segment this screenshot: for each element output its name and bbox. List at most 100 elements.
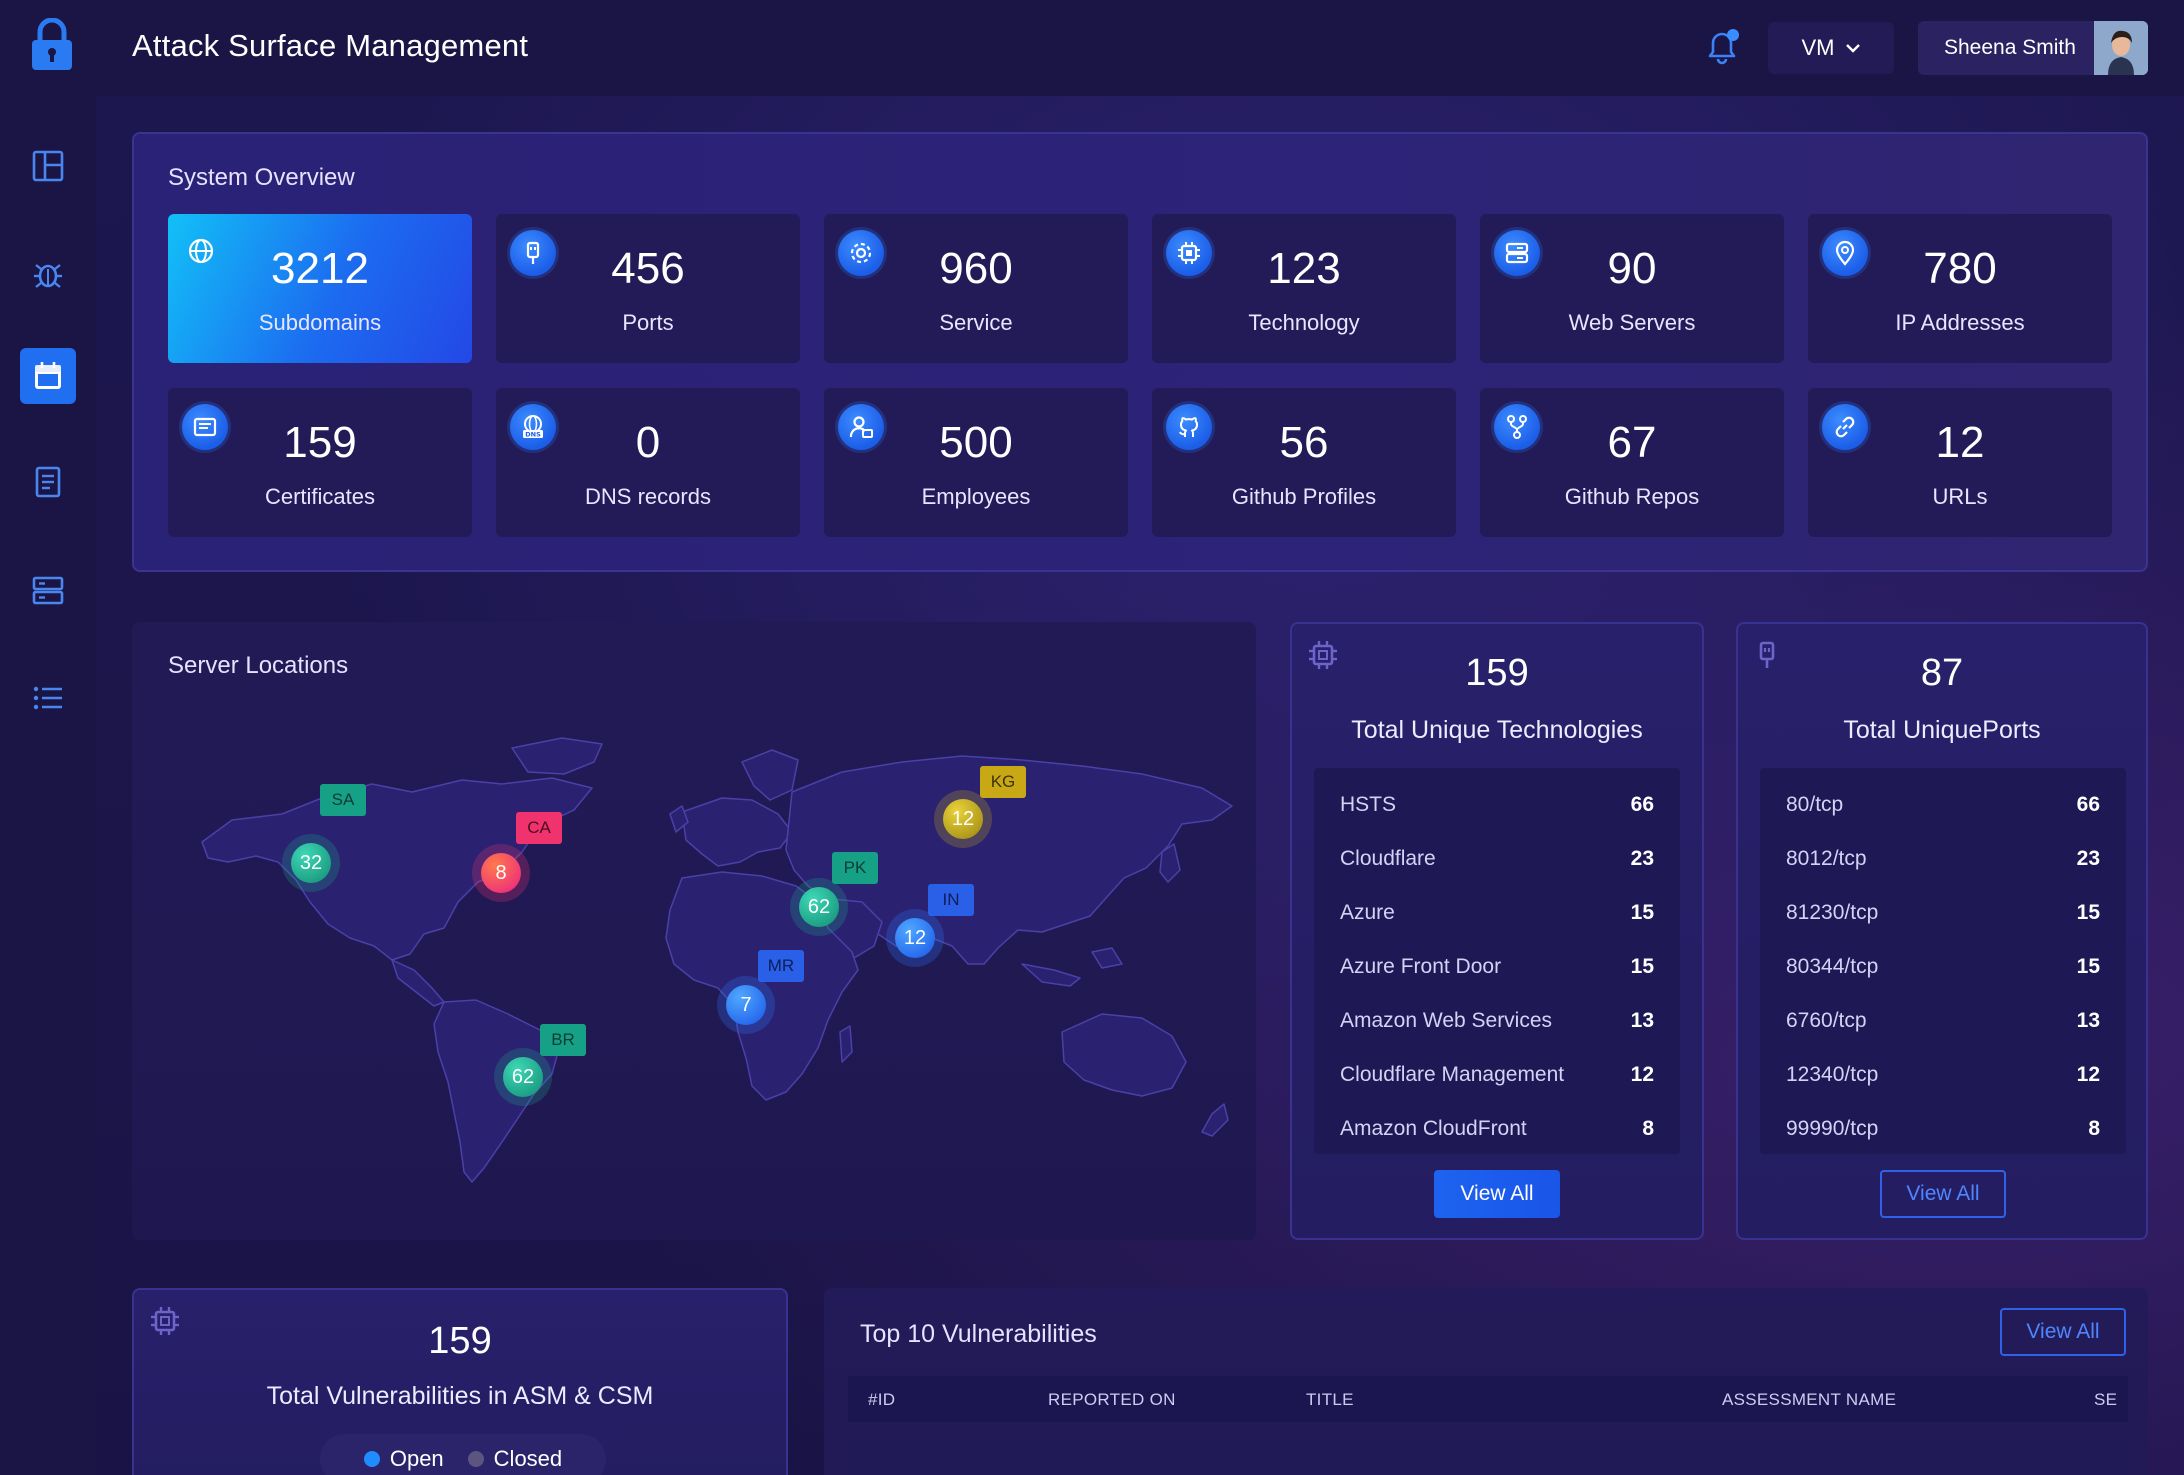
marker-label: BR: [540, 1024, 586, 1056]
stat-card-service[interactable]: 960 Service: [824, 214, 1128, 363]
stat-card-ports[interactable]: 456 Ports: [496, 214, 800, 363]
col-reported-on[interactable]: REPORTED ON: [1048, 1390, 1176, 1410]
vulnerabilities-title: Total Vulnerabilities in ASM & CSM: [266, 1382, 654, 1410]
technologies-list: HSTS 66 Cloudflare 23 Azure 15 Azure Front …: [1314, 768, 1680, 1154]
open-dot-icon: [363, 1451, 380, 1467]
list-item[interactable]: Amazon Web Services 13: [1340, 994, 1654, 1048]
list-item[interactable]: Azure Front Door 15: [1340, 940, 1654, 994]
list-item[interactable]: 99990/tcp 8: [1786, 1102, 2100, 1156]
list-item[interactable]: 8012/tcp 23: [1786, 832, 2100, 886]
sidebar-item-servers[interactable]: [20, 562, 76, 618]
stat-label: Certificates: [264, 484, 376, 509]
map-marker[interactable]: 8: [472, 844, 530, 902]
sidebar-item-list[interactable]: [20, 670, 76, 726]
col-assessment-name[interactable]: ASSESSMENT NAME: [1722, 1390, 1896, 1410]
list-item[interactable]: Cloudflare 23: [1340, 832, 1654, 886]
map-marker[interactable]: 12: [934, 790, 992, 848]
stat-card-employees[interactable]: 500 Employees: [824, 388, 1128, 537]
list-item[interactable]: 81230/tcp 15: [1786, 886, 2100, 940]
stat-card-dns-records[interactable]: DNS 0 DNS records: [496, 388, 800, 537]
stat-card-github-profiles[interactable]: 56 Github Profiles: [1152, 388, 1456, 537]
map-marker[interactable]: 12: [886, 909, 944, 967]
legend-open[interactable]: Open: [363, 1446, 444, 1472]
unique-technologies-panel: 159 Total Unique Technologies HSTS 66 Clo…: [1290, 622, 1704, 1240]
item-value: 13: [2076, 1009, 2100, 1032]
map-marker[interactable]: 62: [494, 1048, 552, 1106]
map-marker[interactable]: 62: [790, 878, 848, 936]
panel-title: Server Locations: [168, 652, 349, 679]
marker-label: IN: [928, 884, 974, 916]
marker-label: PK: [832, 852, 878, 884]
item-value: 8: [2088, 1117, 2100, 1140]
vm-selector[interactable]: VM: [1768, 22, 1894, 74]
sidebar-item-reports[interactable]: [20, 454, 76, 510]
stat-card-github-repos[interactable]: 67 Github Repos: [1480, 388, 1784, 537]
item-value: 15: [2076, 955, 2100, 978]
stat-label: Employees: [921, 484, 1031, 509]
stat-label: Github Repos: [1564, 484, 1700, 509]
panel-title: Top 10 Vulnerabilities: [860, 1320, 1097, 1348]
legend-closed-label: Closed: [493, 1446, 563, 1471]
top-bar: Attack Surface Management VM Sheena Smit…: [0, 0, 2184, 96]
item-value: 15: [1630, 901, 1654, 924]
map-marker[interactable]: 7: [717, 976, 775, 1034]
stat-label: URLs: [1932, 484, 1988, 509]
lock-logo-icon[interactable]: [28, 17, 76, 70]
view-all-technologies-button[interactable]: View All: [1434, 1170, 1560, 1218]
list-item[interactable]: HSTS 66: [1340, 778, 1654, 832]
stat-card-ip-addresses[interactable]: 780 IP Addresses: [1808, 214, 2112, 363]
item-value: 15: [2076, 901, 2100, 924]
col-id[interactable]: #ID: [868, 1390, 895, 1410]
item-name: 8012/tcp: [1786, 847, 1867, 870]
top-vulnerabilities-panel: Top 10 Vulnerabilities View All #ID REPO…: [824, 1288, 2148, 1475]
stat-value: 3212: [271, 244, 369, 293]
total-technologies: 159: [1465, 652, 1529, 694]
view-all-ports-button[interactable]: View All: [1880, 1170, 2006, 1218]
technologies-title: Total Unique Technologies: [1351, 716, 1643, 744]
notifications-bell-icon[interactable]: [1700, 24, 1744, 68]
list-item[interactable]: 6760/tcp 13: [1786, 994, 2100, 1048]
stat-card-web-servers[interactable]: 90 Web Servers: [1480, 214, 1784, 363]
stat-card-subdomains[interactable]: 3212 Subdomains: [168, 214, 472, 363]
marker-label: KG: [980, 766, 1026, 798]
item-name: Amazon CloudFront: [1340, 1117, 1527, 1140]
stat-label: Service: [939, 310, 1013, 335]
col-title[interactable]: TITLE: [1306, 1390, 1354, 1410]
stat-label: DNS records: [585, 484, 711, 509]
stat-value: 67: [1607, 418, 1657, 467]
legend-closed[interactable]: Closed: [467, 1446, 563, 1472]
item-name: Cloudflare: [1340, 847, 1436, 870]
user-menu[interactable]: Sheena Smith: [1918, 21, 2148, 75]
list-item[interactable]: Azure 15: [1340, 886, 1654, 940]
list-item[interactable]: 80344/tcp 15: [1786, 940, 2100, 994]
stat-value: 960: [939, 244, 1013, 293]
sidebar: [0, 96, 96, 1475]
stat-card-urls[interactable]: 12 URLs: [1808, 388, 2112, 537]
marker-label: CA: [516, 812, 562, 844]
sidebar-item-calendar[interactable]: [20, 348, 76, 404]
list-item[interactable]: Amazon CloudFront 8: [1340, 1102, 1654, 1156]
table-row[interactable]: [848, 1444, 2128, 1475]
list-item[interactable]: 80/tcp 66: [1786, 778, 2100, 832]
avatar: [2094, 21, 2148, 75]
map-marker[interactable]: 32: [282, 834, 340, 892]
stat-value: 12: [1935, 418, 1985, 467]
stat-card-technology[interactable]: 123 Technology: [1152, 214, 1456, 363]
sidebar-item-bugs[interactable]: [20, 246, 76, 302]
view-all-vulnerabilities-button[interactable]: View All: [2000, 1308, 2126, 1356]
marker-count: 32: [291, 843, 331, 883]
closed-dot-icon: [467, 1451, 484, 1467]
marker-count: 8: [481, 853, 521, 893]
sidebar-item-dashboard[interactable]: [20, 138, 76, 194]
world-map: [201, 737, 1233, 1183]
list-item[interactable]: 12340/tcp 12: [1786, 1048, 2100, 1102]
marker-label: MR: [758, 950, 804, 982]
stat-value: 780: [1923, 244, 1997, 293]
col-severity[interactable]: SE: [2094, 1390, 2117, 1410]
list-item[interactable]: Cloudflare Management 12: [1340, 1048, 1654, 1102]
stat-card-certificates[interactable]: 159 Certificates: [168, 388, 472, 537]
ports-title: Total UniquePorts: [1843, 716, 2041, 744]
item-value: 66: [1630, 793, 1654, 816]
stat-label: Web Servers: [1568, 310, 1696, 335]
stat-value: 90: [1607, 244, 1657, 293]
